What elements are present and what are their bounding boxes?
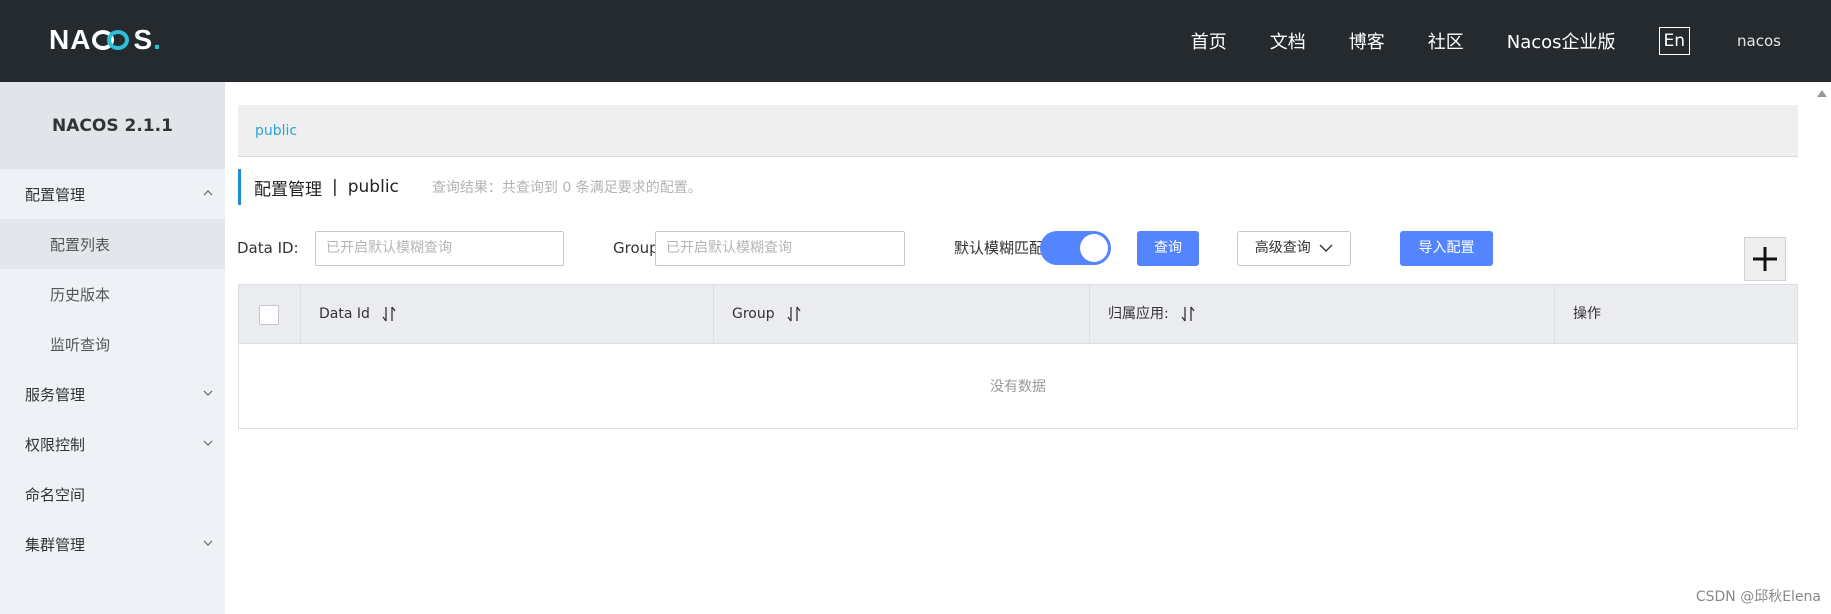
nav-enterprise[interactable]: Nacos企业版 <box>1507 28 1616 54</box>
namespace-link[interactable]: public <box>255 123 297 139</box>
chevron-down-icon <box>203 540 213 546</box>
empty-state: 没有数据 <box>990 379 1046 395</box>
sidebar-item-label: 服务管理 <box>25 385 86 404</box>
query-summary: 查询结果：共查询到 0 条满足要求的配置。 <box>431 180 702 196</box>
top-navbar: NA S. 首页 文档 博客 社区 Nacos企业版 En nacos <box>0 0 1831 82</box>
select-all-cell <box>239 285 301 344</box>
main-content: public 配置管理 | public 查询结果：共查询到 0 条满足要求的配… <box>225 82 1831 614</box>
sidebar-item-cluster-management[interactable]: 集群管理 <box>0 519 225 569</box>
sidebar-item-config-management[interactable]: 配置管理 <box>0 169 225 219</box>
table-header: Data Id Group 归属应用: 操作 <box>239 285 1797 344</box>
fuzzy-match-toggle[interactable] <box>1040 231 1111 265</box>
nav-blog[interactable]: 博客 <box>1349 28 1385 54</box>
logo-text-end: S <box>133 24 154 55</box>
user-name[interactable]: nacos <box>1737 32 1781 50</box>
sidebar-item-config-list[interactable]: 配置列表 <box>0 219 225 269</box>
sidebar-item-label: 配置列表 <box>50 235 111 254</box>
sidebar: NACOS 2.1.1 配置管理 配置列表 历史版本 监听查询 服务管理 权限控… <box>0 82 225 614</box>
page-title-namespace: public <box>347 177 399 197</box>
logo-ring-icon <box>92 29 132 51</box>
nav-docs[interactable]: 文档 <box>1270 28 1306 54</box>
column-actions: 操作 <box>1555 285 1797 344</box>
version-label: NACOS 2.1.1 <box>0 82 225 169</box>
sidebar-item-history[interactable]: 历史版本 <box>0 269 225 319</box>
chevron-up-icon <box>203 190 213 196</box>
sidebar-item-label: 监听查询 <box>50 335 111 354</box>
column-data-id[interactable]: Data Id <box>301 285 714 344</box>
sidebar-item-label: 集群管理 <box>25 535 86 554</box>
search-button[interactable]: 查询 <box>1137 231 1199 266</box>
filter-bar: Data ID: 已开启默认模糊查询 Group: 已开启默认模糊查询 默认模糊… <box>237 230 1817 266</box>
page-title: 配置管理 | public 查询结果：共查询到 0 条满足要求的配置。 <box>238 169 702 205</box>
group-input[interactable]: 已开启默认模糊查询 <box>655 231 905 266</box>
column-label: 归属应用: <box>1108 306 1169 322</box>
nacos-logo[interactable]: NA S. <box>49 22 162 58</box>
language-toggle-button[interactable]: En <box>1658 27 1691 55</box>
fuzzy-match-label: 默认模糊匹配: <box>954 239 1050 257</box>
toggle-knob <box>1080 234 1108 262</box>
data-id-label: Data ID: <box>237 239 299 257</box>
scroll-up-arrow-icon[interactable] <box>1817 90 1827 97</box>
column-group[interactable]: Group <box>714 285 1090 344</box>
watermark: CSDN @邱秋Elena <box>1695 589 1821 605</box>
column-label: Group <box>732 306 775 322</box>
column-label: 操作 <box>1573 306 1601 322</box>
config-table: Data Id Group 归属应用: 操作 没有数据 <box>238 284 1798 429</box>
import-config-button[interactable]: 导入配置 <box>1400 231 1493 266</box>
sort-icon[interactable] <box>382 306 396 322</box>
chevron-down-icon <box>1319 244 1333 252</box>
sidebar-item-label: 命名空间 <box>25 485 86 504</box>
column-label: Data Id <box>319 306 370 322</box>
sidebar-item-listener-query[interactable]: 监听查询 <box>0 319 225 369</box>
data-id-input[interactable]: 已开启默认模糊查询 <box>315 231 564 266</box>
nav-community[interactable]: 社区 <box>1428 28 1464 54</box>
plus-icon <box>1753 247 1777 271</box>
sidebar-item-service-management[interactable]: 服务管理 <box>0 369 225 419</box>
chevron-down-icon <box>203 440 213 446</box>
advanced-search-button[interactable]: 高级查询 <box>1237 231 1351 266</box>
add-config-button[interactable] <box>1744 237 1786 281</box>
page-title-main: 配置管理 <box>254 179 322 200</box>
top-nav: 首页 文档 博客 社区 Nacos企业版 En nacos <box>1191 0 1831 82</box>
sidebar-item-access-control[interactable]: 权限控制 <box>0 419 225 469</box>
select-all-checkbox[interactable] <box>259 305 279 325</box>
sidebar-item-label: 配置管理 <box>25 185 86 204</box>
chevron-down-icon <box>203 390 213 396</box>
sort-icon[interactable] <box>1181 306 1195 322</box>
namespace-breadcrumb: public <box>238 105 1798 157</box>
nav-home[interactable]: 首页 <box>1191 28 1227 54</box>
sort-icon[interactable] <box>787 306 801 322</box>
column-app[interactable]: 归属应用: <box>1090 285 1555 344</box>
page-title-separator: | <box>332 177 338 197</box>
logo-text-start: NA <box>49 24 92 55</box>
advanced-search-label: 高级查询 <box>1254 240 1311 256</box>
logo-dot: . <box>153 24 162 55</box>
sidebar-item-label: 历史版本 <box>50 285 111 304</box>
sidebar-item-namespace[interactable]: 命名空间 <box>0 469 225 519</box>
sidebar-item-label: 权限控制 <box>25 435 86 454</box>
